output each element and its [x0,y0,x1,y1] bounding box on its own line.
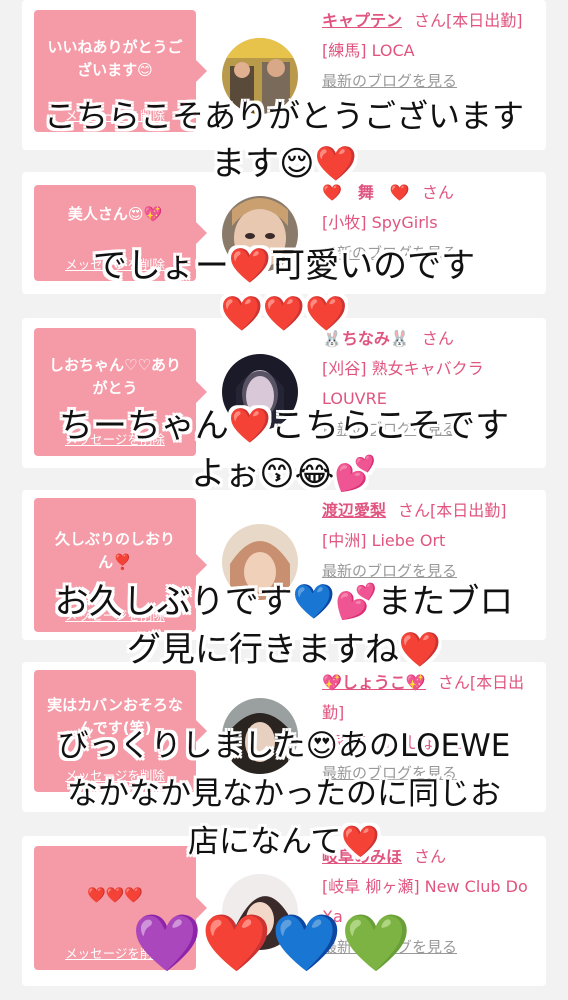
reply-line: でしょー❤️可愛いのです [92,246,476,286]
reply-line: グ見に行きますね❤️ [126,630,442,670]
message-text: 美人さん😍💖 [67,205,163,223]
message-text: 久しぶりのしおりん❣️ [54,530,175,571]
sender-shop: [練馬] LOCA [322,41,415,60]
reply-line: ます😌❤️ [211,144,357,184]
reply-line: 店になんて❤️ [187,824,381,860]
reply-caption: ちーちゃん❤️こちらこそです よぉ😙😂💕 [0,402,568,498]
sender-shop: [中洲] Liebe Ort [322,531,446,550]
sender-info: キャプテン さん[本日出勤] [練馬] LOCA 最新のブログを見る [322,6,542,96]
message-text: しおちゃん♡♡ありがとう [49,356,181,397]
sender-shop: [刈谷] 熟女キャバクラLOUVRE [322,359,484,408]
reply-line: ❤️❤️❤️ [220,294,348,334]
sender-name[interactable]: 渡辺愛梨 [322,501,386,520]
reply-line: びっくりしました😍あのLOEWE [57,728,511,764]
message-text: いいねありがとうございます😊 [47,38,183,79]
latest-blog-link[interactable]: 最新のブログを見る [322,72,457,90]
reply-caption: びっくりしました😍あのLOEWE なかなか見なかったのに同じお 店になんて❤️ [0,722,568,866]
reply-line: お久しぶりです💙💕またブロ [54,582,514,622]
sender-status: さん[本日出勤] [414,11,523,30]
reply-caption: こちらこそありがとうございます ます😌❤️ [0,92,568,188]
reply-line: こちらこそありがとうございます [43,97,524,135]
reply-line: ちーちゃん❤️こちらこそです [58,406,510,446]
hearts-sticker: 💜❤️💙💚 [132,911,411,976]
sender-shop: [小牧] SpyGirls [322,213,438,232]
reply-caption: でしょー❤️可愛いのです ❤️❤️❤️ [0,242,568,338]
reply-line: よぉ😙😂💕 [191,454,377,494]
sender-name[interactable]: 💖しょうこ💖 [322,673,426,692]
sender-name[interactable]: キャプテン [322,11,402,30]
reply-caption: お久しぶりです💙💕またブロ グ見に行きますね❤️ [0,578,568,674]
sender-status: さん[本日出勤] [398,501,507,520]
reply-line: なかなか見なかったのに同じお [67,776,501,812]
sender-info: 渡辺愛梨 さん[本日出勤] [中洲] Liebe Ort 最新のブログを見る [322,496,542,586]
